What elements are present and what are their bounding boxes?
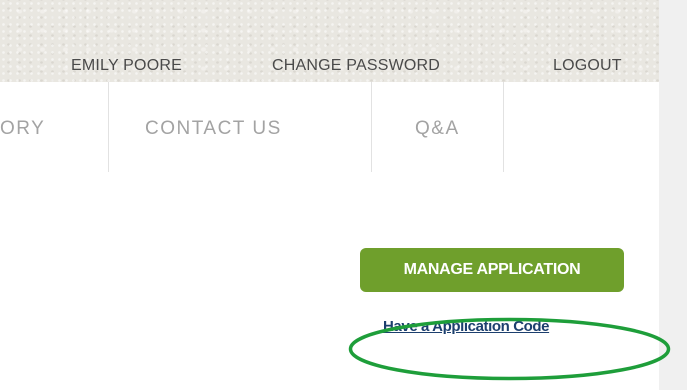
header-bar: EMILY POORE CHANGE PASSWORD LOGOUT: [0, 0, 659, 82]
change-password-link[interactable]: CHANGE PASSWORD: [272, 57, 440, 75]
manage-application-button[interactable]: MANAGE APPLICATION: [360, 248, 624, 292]
nav-item-label: CONTACT US: [145, 118, 282, 139]
nav-item-history[interactable]: ORY: [0, 82, 108, 172]
main-nav: ORY CONTACT US Q&A: [0, 82, 659, 172]
logout-link[interactable]: LOGOUT: [553, 57, 622, 75]
page-side-gutter: [659, 0, 687, 390]
nav-item-label: ORY: [0, 118, 46, 139]
application-code-link[interactable]: Have a Application Code: [383, 318, 550, 335]
user-name-link[interactable]: EMILY POORE: [71, 57, 182, 75]
nav-divider: [503, 82, 504, 172]
user-links: EMILY POORE CHANGE PASSWORD LOGOUT: [0, 57, 659, 77]
nav-item-qa[interactable]: Q&A: [371, 82, 503, 172]
nav-item-label: Q&A: [415, 118, 460, 139]
nav-item-contact-us[interactable]: CONTACT US: [108, 82, 371, 172]
